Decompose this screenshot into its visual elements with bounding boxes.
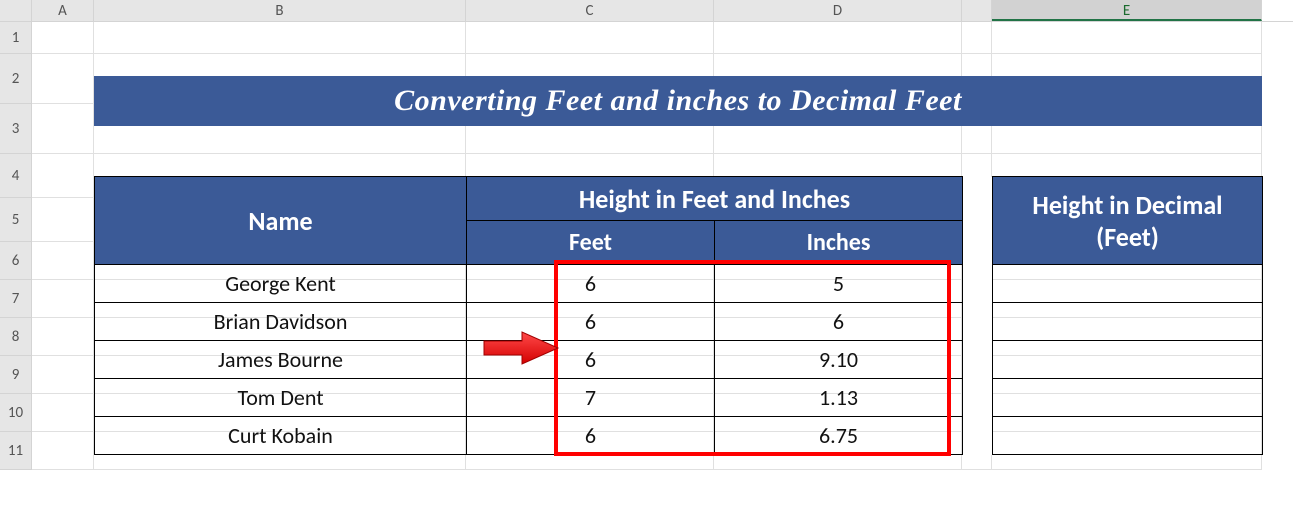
row-header-9[interactable]: 9 bbox=[0, 356, 32, 394]
select-all-corner[interactable] bbox=[0, 0, 32, 22]
row-header-col: 1 2 3 4 5 6 7 8 9 10 11 bbox=[0, 22, 32, 470]
grid-area[interactable]: Converting Feet and inches to Decimal Fe… bbox=[32, 22, 1293, 470]
cell-name[interactable]: George Kent bbox=[95, 265, 467, 303]
row-header-7[interactable]: 7 bbox=[0, 280, 32, 318]
cell-name[interactable]: Curt Kobain bbox=[95, 417, 467, 455]
col-header-D[interactable]: D bbox=[714, 0, 962, 21]
cell-inches[interactable]: 9.10 bbox=[715, 341, 963, 379]
cell-gap bbox=[963, 417, 993, 455]
cell-gap bbox=[963, 265, 993, 303]
cell-gap bbox=[963, 379, 993, 417]
spreadsheet: A B C D E 1 2 3 4 5 6 7 8 9 10 11 bbox=[0, 0, 1293, 511]
cell-inches[interactable]: 6.75 bbox=[715, 417, 963, 455]
header-height-fi[interactable]: Height in Feet and Inches bbox=[467, 177, 963, 221]
table-row: Curt Kobain 6 6.75 bbox=[95, 417, 1263, 455]
col-header-B[interactable]: B bbox=[94, 0, 466, 21]
cell-name[interactable]: James Bourne bbox=[95, 341, 467, 379]
table-row: James Bourne 6 9.10 bbox=[95, 341, 1263, 379]
cell-gap bbox=[963, 303, 993, 341]
col-header-gap[interactable] bbox=[962, 0, 992, 21]
row-header-10[interactable]: 10 bbox=[0, 394, 32, 432]
title-banner[interactable]: Converting Feet and inches to Decimal Fe… bbox=[94, 76, 1262, 126]
header-inches[interactable]: Inches bbox=[715, 221, 963, 265]
row-header-8[interactable]: 8 bbox=[0, 318, 32, 356]
cell-dec[interactable] bbox=[993, 379, 1263, 417]
header-height-dec-l2: (Feet) bbox=[1096, 221, 1159, 253]
cell-feet[interactable]: 6 bbox=[467, 417, 715, 455]
header-gap bbox=[963, 177, 993, 265]
data-table: Name Height in Feet and Inches Height in… bbox=[94, 176, 1263, 455]
col-header-C[interactable]: C bbox=[466, 0, 714, 21]
table-row: Tom Dent 7 1.13 bbox=[95, 379, 1263, 417]
row-header-1[interactable]: 1 bbox=[0, 22, 32, 54]
cell-inches[interactable]: 1.13 bbox=[715, 379, 963, 417]
row-header-5[interactable]: 5 bbox=[0, 198, 32, 242]
row-header-11[interactable]: 11 bbox=[0, 432, 32, 470]
row-header-6[interactable]: 6 bbox=[0, 242, 32, 280]
header-name[interactable]: Name bbox=[95, 177, 467, 265]
cell-inches[interactable]: 5 bbox=[715, 265, 963, 303]
cell-dec[interactable] bbox=[993, 341, 1263, 379]
cell-dec[interactable] bbox=[993, 265, 1263, 303]
title-text: Converting Feet and inches to Decimal Fe… bbox=[394, 84, 962, 118]
cell-inches[interactable]: 6 bbox=[715, 303, 963, 341]
table-row: George Kent 6 5 bbox=[95, 265, 1263, 303]
row-header-2[interactable]: 2 bbox=[0, 54, 32, 104]
cell-feet[interactable]: 6 bbox=[467, 341, 715, 379]
cell-feet[interactable]: 7 bbox=[467, 379, 715, 417]
col-header-E[interactable]: E bbox=[992, 0, 1262, 21]
cell-name[interactable]: Tom Dent bbox=[95, 379, 467, 417]
col-header-A[interactable]: A bbox=[32, 0, 94, 21]
header-height-dec[interactable]: Height in Decimal (Feet) bbox=[993, 177, 1263, 265]
cell-feet[interactable]: 6 bbox=[467, 265, 715, 303]
cell-dec[interactable] bbox=[993, 417, 1263, 455]
header-feet[interactable]: Feet bbox=[467, 221, 715, 265]
row-header-4[interactable]: 4 bbox=[0, 154, 32, 198]
cell-name[interactable]: Brian Davidson bbox=[95, 303, 467, 341]
column-header-row: A B C D E bbox=[0, 0, 1293, 22]
cell-dec[interactable] bbox=[993, 303, 1263, 341]
table-row: Brian Davidson 6 6 bbox=[95, 303, 1263, 341]
cell-feet[interactable]: 6 bbox=[467, 303, 715, 341]
header-height-dec-l1: Height in Decimal bbox=[1032, 189, 1222, 221]
row-header-3[interactable]: 3 bbox=[0, 104, 32, 154]
cell-gap bbox=[963, 341, 993, 379]
